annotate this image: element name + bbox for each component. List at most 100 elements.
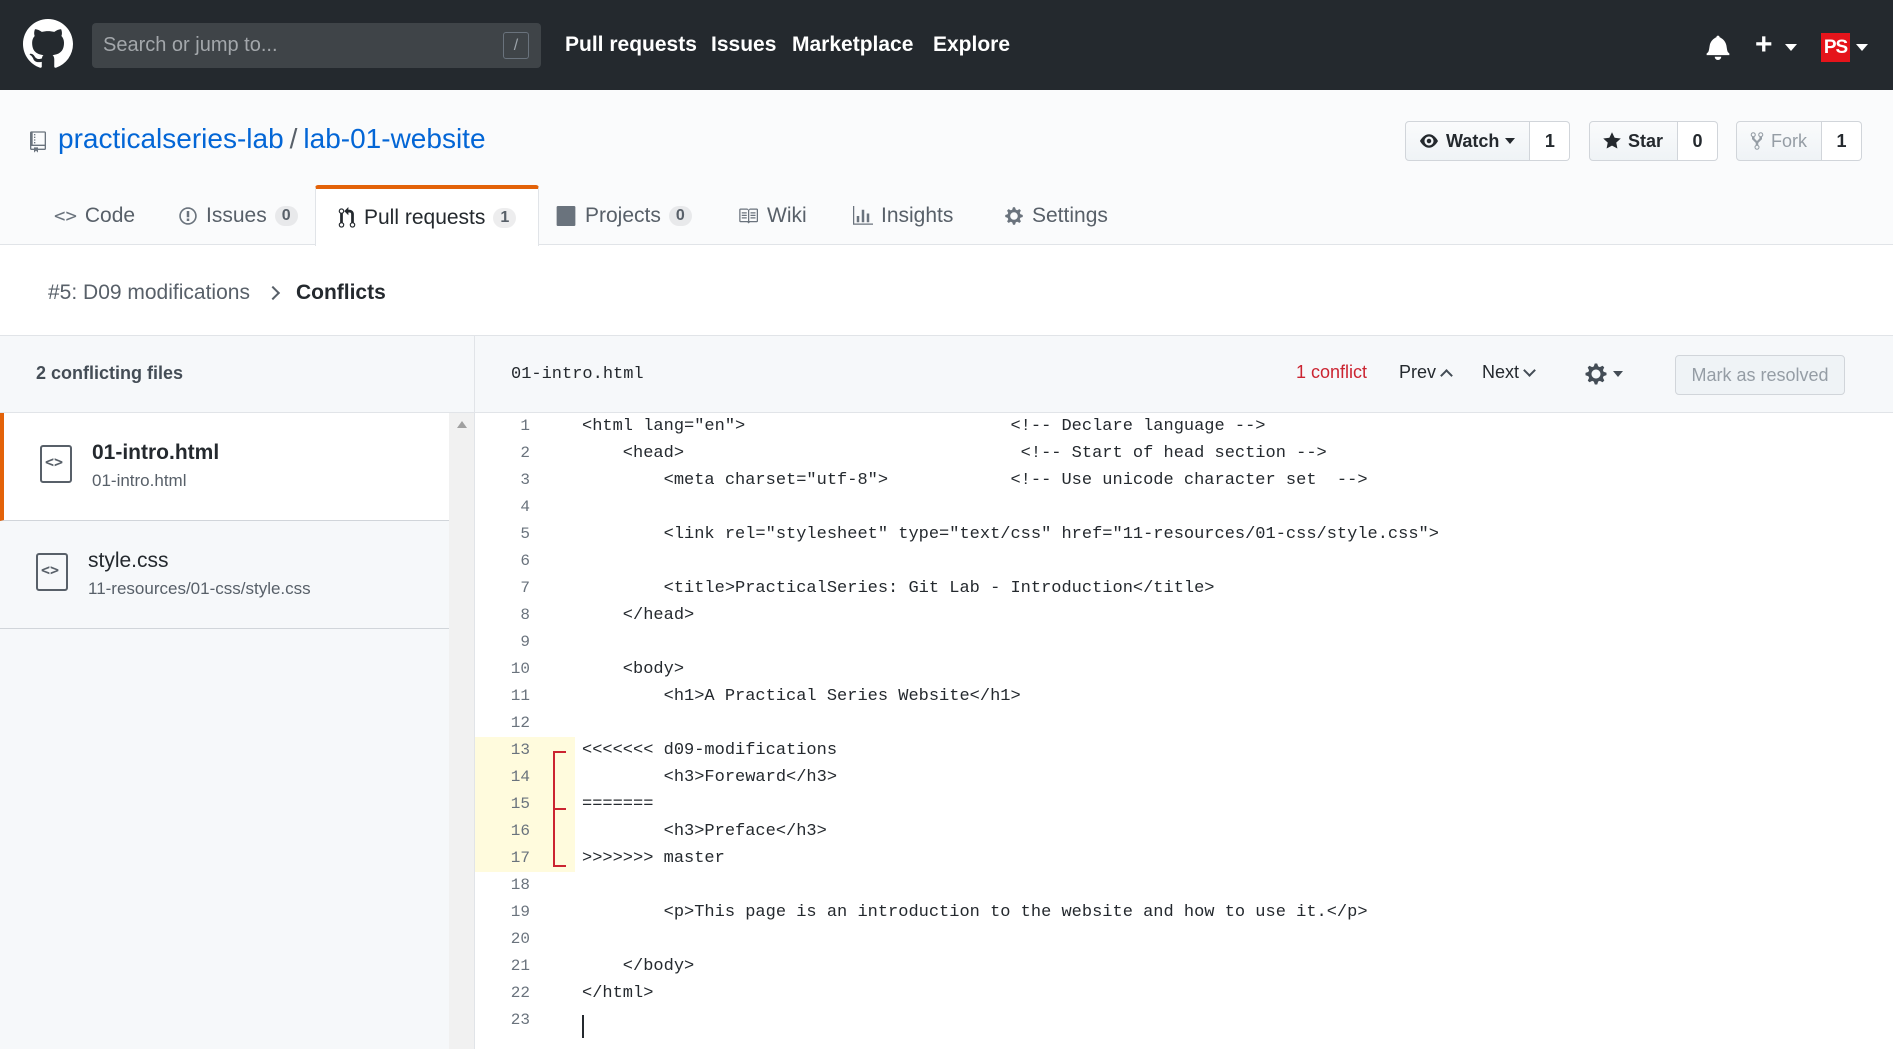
code-line[interactable]: 20 (475, 926, 1893, 953)
code-line[interactable]: 13 <<<<<<< d09-modifications (475, 737, 1893, 764)
tab-settings[interactable]: Settings (1000, 185, 1112, 246)
code-line[interactable]: 16 <h3>Preface</h3> (475, 818, 1893, 845)
fork-button-group: Fork 1 (1736, 121, 1862, 161)
line-number: 23 (510, 1011, 530, 1029)
sidebar-scrollbar[interactable] (449, 413, 475, 1049)
code-text: <<<<<<< d09-modifications (582, 741, 838, 760)
code-text: <body> (582, 660, 685, 679)
tab-pull-requests[interactable]: Pull requests 1 (315, 185, 540, 246)
conflicting-files-list: 01-intro.html 01-intro.html style.css 11… (0, 413, 449, 1049)
code-line[interactable]: 9 (475, 629, 1893, 656)
file-item-01-intro[interactable]: 01-intro.html 01-intro.html (0, 413, 449, 521)
code-line[interactable]: 2 <head> <!-- Start of head section --> (475, 440, 1893, 467)
line-number: 17 (475, 845, 575, 872)
user-avatar[interactable]: PS (1821, 33, 1850, 62)
code-line[interactable]: 4 (475, 494, 1893, 521)
mark-as-resolved-button[interactable]: Mark as resolved (1675, 355, 1845, 395)
star-button[interactable]: Star (1589, 121, 1679, 161)
star-count[interactable]: 0 (1678, 121, 1719, 161)
bell-icon[interactable] (1706, 34, 1730, 60)
file-item-style-css[interactable]: style.css 11-resources/01-css/style.css (0, 521, 449, 629)
code-line[interactable]: 23 (475, 1007, 1893, 1034)
tab-insights[interactable]: Insights (849, 185, 957, 246)
repository-header: practicalseries-lab / lab-01-website Watch… (0, 90, 1893, 246)
code-line[interactable]: 22 </html> (475, 980, 1893, 1007)
line-number: 5 (520, 525, 530, 543)
code-line[interactable]: 12 (475, 710, 1893, 737)
book-icon (739, 208, 758, 223)
watch-label: Watch (1446, 130, 1500, 151)
editor-filename: 01-intro.html (511, 365, 644, 384)
star-button-group: Star 0 (1589, 121, 1719, 161)
file-path: 11-resources/01-css/style.css (88, 579, 311, 598)
repository-owner-link[interactable]: practicalseries-lab (58, 123, 284, 154)
watch-count[interactable]: 1 (1530, 121, 1571, 161)
scroll-up-arrow-icon[interactable] (457, 421, 467, 428)
code-line[interactable]: 14 <h3>Foreward</h3> (475, 764, 1893, 791)
line-number: 21 (510, 957, 530, 975)
file-name: 01-intro.html (92, 441, 220, 464)
code-line[interactable]: 17 >>>>>>> master (475, 845, 1893, 872)
line-number: 22 (510, 984, 530, 1002)
gear-icon (1585, 363, 1607, 385)
code-line[interactable]: 21 </body> (475, 953, 1893, 980)
code-line[interactable]: 3 <meta charset="utf-8"> <!-- Use unicod… (475, 467, 1893, 494)
watch-button[interactable]: Watch (1405, 121, 1531, 161)
tab-issues[interactable]: Issues 0 (174, 185, 302, 246)
nav-explore[interactable]: Explore (933, 33, 1010, 57)
tab-projects-counter: 0 (668, 205, 692, 226)
code-line[interactable]: 19 <p>This page is an introduction to th… (475, 899, 1893, 926)
nav-marketplace[interactable]: Marketplace (792, 33, 913, 57)
line-number: 3 (520, 471, 530, 489)
editor-settings-button[interactable] (1585, 362, 1623, 386)
nav-issues[interactable]: Issues (711, 33, 776, 57)
line-number: 14 (475, 764, 575, 791)
create-new-plus-icon[interactable]: + (1755, 30, 1773, 60)
code-line[interactable]: 7 <title>PracticalSeries: Git Lab - Intr… (475, 575, 1893, 602)
conflict-count: 1 conflict (1296, 362, 1368, 382)
tab-wiki[interactable]: Wiki (733, 185, 811, 246)
file-name: style.css (88, 549, 169, 572)
watch-caret-icon (1505, 138, 1516, 144)
create-new-caret-icon[interactable] (1785, 44, 1797, 51)
repository-separator: / (289, 123, 298, 154)
code-editor[interactable]: 1 <html lang="en"> <!-- Declare language … (475, 413, 1893, 1049)
next-conflict-button[interactable]: Next (1482, 362, 1536, 383)
code-line[interactable]: 5 <link rel="stylesheet" type="text/css"… (475, 521, 1893, 548)
line-number: 18 (510, 876, 530, 894)
eye-icon (1420, 134, 1438, 148)
code-line[interactable]: 18 (475, 872, 1893, 899)
conflict-marker-tick (553, 751, 566, 753)
user-menu-caret-icon[interactable] (1856, 44, 1868, 51)
fork-button[interactable]: Fork (1736, 121, 1822, 161)
line-number: 19 (510, 903, 530, 921)
line-number: 7 (520, 579, 530, 597)
code-text: </body> (582, 957, 695, 976)
code-line[interactable]: 11 <h1>A Practical Series Website</h1> (475, 683, 1893, 710)
repository-title: practicalseries-lab / lab-01-website (58, 123, 486, 155)
repository-name-link[interactable]: lab-01-website (303, 123, 485, 154)
code-text: <p>This page is an introduction to the w… (582, 903, 1368, 922)
prev-conflict-button[interactable]: Prev (1399, 362, 1453, 383)
fork-count[interactable]: 1 (1822, 121, 1862, 161)
code-line[interactable]: 15 ======= (475, 791, 1893, 818)
breadcrumb-pull-request-link[interactable]: #5: D09 modifications (48, 281, 250, 305)
line-number: 8 (520, 606, 530, 624)
file-code-icon (40, 445, 72, 483)
github-logo-icon[interactable] (23, 19, 73, 69)
tab-projects[interactable]: Projects 0 (551, 185, 696, 246)
search-input[interactable]: Search or jump to... / (92, 23, 541, 68)
code-line[interactable]: 6 (475, 548, 1893, 575)
editor-toolbar: 01-intro.html 1 conflict Prev Next Mark … (475, 336, 1893, 413)
chevron-right-icon (265, 285, 281, 301)
code-line[interactable]: 8 </head> (475, 602, 1893, 629)
fork-icon (1750, 132, 1764, 150)
tab-issues-label: Issues (206, 203, 267, 227)
tab-code[interactable]: <> Code (50, 185, 139, 246)
nav-pull-requests[interactable]: Pull requests (565, 33, 697, 57)
code-line[interactable]: 10 <body> (475, 656, 1893, 683)
code-line[interactable]: 1 <html lang="en"> <!-- Declare language … (475, 413, 1893, 440)
tab-settings-label: Settings (1032, 203, 1108, 227)
watch-button-group: Watch 1 (1405, 121, 1571, 161)
code-text: ======= (582, 795, 654, 814)
